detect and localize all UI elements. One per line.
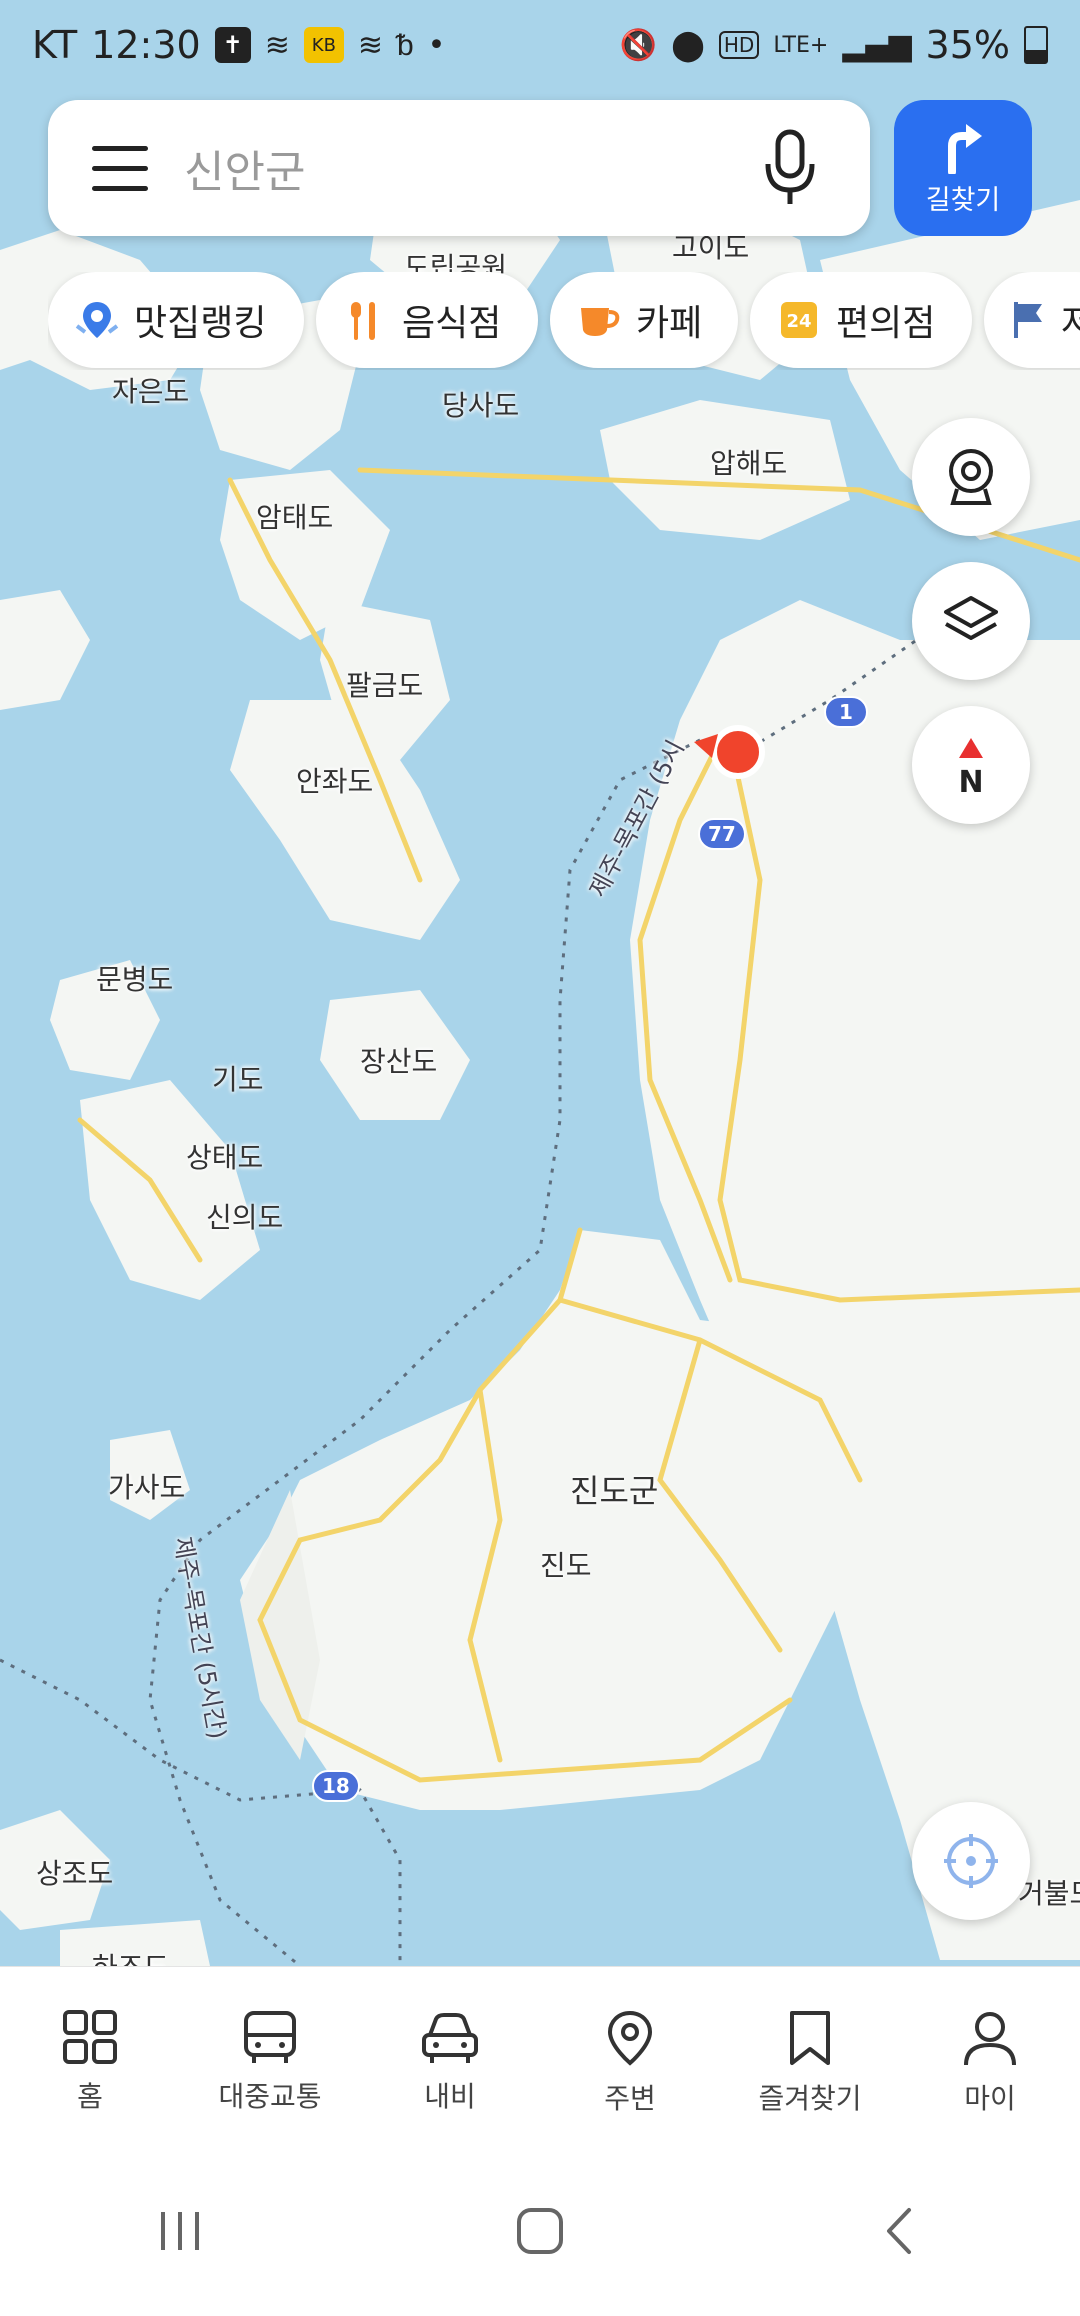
category-chips: 맛집랭킹 음식점 카페 24 편의점 저 [48, 272, 1080, 370]
network-type-icon: LTE+ [773, 32, 829, 58]
flag-icon [1010, 297, 1047, 343]
map-pin-rank-icon [74, 297, 120, 343]
layers-icon [944, 596, 998, 640]
nav-navigation[interactable]: 내비 [360, 1967, 540, 2147]
nav-nearby[interactable]: 주변 [540, 1967, 720, 2147]
recent-apps-icon[interactable] [155, 2206, 205, 2256]
nav-label: 대중교통 [218, 2080, 322, 2113]
location-status-icon: ⬤ [671, 27, 705, 63]
chip-label: 편의점 [836, 303, 936, 344]
car-icon [422, 2013, 478, 2063]
menu-icon[interactable] [92, 146, 148, 191]
nav-my[interactable]: 마이 [900, 1967, 1080, 2147]
nav-transit[interactable]: 대중교통 [180, 1967, 360, 2147]
person-icon [964, 2012, 1016, 2066]
svg-text:24: 24 [786, 311, 811, 332]
nav-label: 홈 [77, 2080, 103, 2113]
map-label[interactable]: 암태도 [256, 496, 333, 536]
bus-icon [244, 2011, 296, 2063]
bottom-navigation: 홈 대중교통 내비 주변 즐겨찾기 마이 [0, 1966, 1080, 2147]
map-label[interactable]: 압해도 [710, 442, 787, 482]
chip-restaurant[interactable]: 음식점 [316, 272, 538, 368]
road-shield: 18 [312, 1770, 360, 1802]
map-label[interactable]: 진도 [540, 1544, 592, 1584]
app-notification-icon: ✝ [214, 27, 251, 63]
layers-notification-icon: ≋ [264, 27, 290, 63]
nav-label: 주변 [604, 2082, 656, 2115]
map-label[interactable]: 장산도 [360, 1040, 437, 1080]
clock: 12:30 [91, 23, 201, 67]
map-label[interactable]: 자은도 [112, 370, 189, 410]
status-bar: KT 12:30 ✝ ≋ KB ≋ ᵬ • 🔇 ⬤ HD LTE+ ▂▄▆ 35… [0, 0, 1080, 90]
street-view-button[interactable] [912, 418, 1030, 536]
turn-arrow-icon [948, 123, 982, 174]
map-label[interactable]: 당사도 [442, 384, 519, 424]
nav-label: 즐겨찾기 [758, 2082, 862, 2115]
search-input[interactable]: 신안군 [184, 136, 760, 200]
map-label[interactable]: 상조도 [36, 1852, 113, 1892]
kb-notification-icon: KB [303, 27, 344, 63]
directions-label: 길찾기 [925, 184, 1001, 216]
nav-favorites[interactable]: 즐겨찾기 [720, 1967, 900, 2147]
camera-view-icon [949, 449, 993, 505]
chip-more[interactable]: 저 [984, 272, 1080, 368]
search-bar[interactable]: 신안군 [48, 100, 870, 236]
chip-cafe[interactable]: 카페 [550, 272, 738, 368]
map-label[interactable]: 팔금도 [346, 664, 423, 704]
dot-icon: • [427, 27, 446, 63]
road-shield: 77 [698, 818, 746, 850]
map-label[interactable]: 가사도 [108, 1466, 185, 1506]
nav-label: 마이 [964, 2082, 1016, 2115]
chip-ranking[interactable]: 맛집랭킹 [48, 272, 304, 368]
signal-icon: ▂▄▆ [842, 27, 912, 63]
bookmark-icon [790, 2011, 830, 2065]
mute-icon: 🔇 [619, 27, 658, 63]
location-pin-icon [607, 2010, 653, 2066]
layers-notification-icon: ≋ [357, 27, 383, 63]
hd-voice-icon: HD [718, 31, 760, 59]
svg-text:N: N [958, 765, 983, 796]
nav-home[interactable]: 홈 [0, 1967, 180, 2147]
chip-label: 음식점 [402, 303, 502, 344]
grid-home-icon [63, 2010, 117, 2064]
battery-icon [1024, 26, 1048, 64]
home-icon[interactable] [515, 2206, 565, 2256]
convenience-24-icon: 24 [776, 297, 822, 343]
chip-convenience-store[interactable]: 24 편의점 [750, 272, 972, 368]
chip-label: 맛집랭킹 [134, 303, 267, 344]
battery-percent: 35% [925, 23, 1010, 67]
directions-button[interactable]: 길찾기 [894, 100, 1032, 236]
chip-label: 저 [1060, 303, 1080, 344]
nav-label: 내비 [424, 2080, 476, 2113]
compass-button[interactable]: N [912, 706, 1030, 824]
map-label[interactable]: 안좌도 [296, 760, 373, 800]
road-shield: 1 [824, 696, 868, 728]
carrier-label: KT [32, 23, 78, 67]
map-label[interactable]: 진도군 [570, 1466, 658, 1512]
map-label[interactable]: 기도 [212, 1058, 264, 1098]
back-icon[interactable] [875, 2206, 925, 2256]
b-notification-icon: ᵬ [396, 27, 414, 63]
layers-button[interactable] [912, 562, 1030, 680]
utensils-icon [342, 297, 388, 343]
current-location-button[interactable] [912, 1802, 1030, 1920]
crosshair-icon [944, 1834, 998, 1888]
microphone-icon[interactable] [760, 128, 820, 208]
compass-north-icon: N [958, 738, 984, 796]
system-navigation-bar [0, 2146, 1080, 2316]
map-label[interactable]: 신의도 [206, 1196, 283, 1236]
coffee-cup-icon [576, 297, 622, 343]
chip-label: 카페 [636, 303, 703, 344]
map-label[interactable]: 상태도 [186, 1136, 263, 1176]
map-label[interactable]: 문병도 [96, 958, 173, 998]
